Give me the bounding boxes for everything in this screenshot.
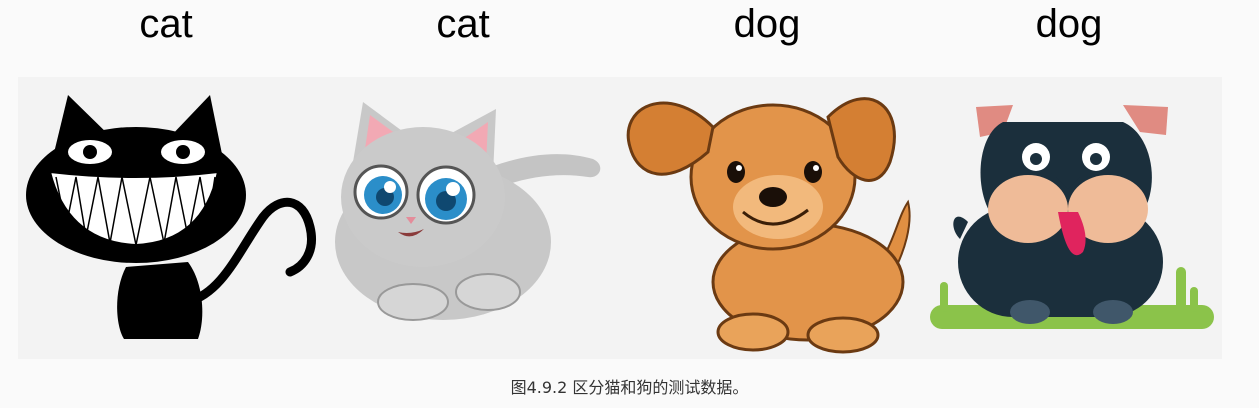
orange-puppy-illustration — [626, 97, 911, 354]
gray-kitten-illustration — [335, 102, 601, 321]
label-3: dog — [733, 2, 801, 46]
label-1: cat — [139, 2, 193, 46]
image-labels: cat cat dog dog — [18, 0, 1222, 70]
image-strip — [18, 77, 1222, 359]
label-2: cat — [436, 2, 490, 46]
label-4: dog — [1035, 2, 1103, 46]
figure-caption: 图4.9.2 区分猫和狗的测试数据。 — [510, 378, 749, 397]
dark-bulldog-illustration — [930, 105, 1214, 329]
black-grinning-cat-illustration — [26, 95, 316, 339]
